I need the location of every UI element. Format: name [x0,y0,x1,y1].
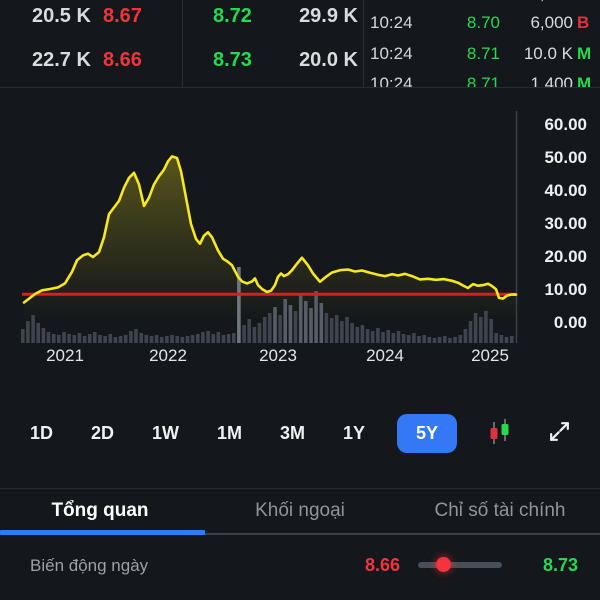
expand-icon [547,419,572,447]
tab-khoi-ngoai[interactable]: Khối ngoại [200,500,400,522]
active-tab-underline [0,530,205,535]
trade-row: 10:24 8.70 4,000 [363,0,600,6]
range-button-1d[interactable]: 1D [24,415,59,452]
ask-price[interactable]: 8.73 [213,49,252,72]
range-button-5y[interactable]: 5Y [397,413,458,453]
y-axis-tick: 0.00 [553,313,587,332]
trade-volume: 6,000 [530,13,573,32]
trade-time: 10:24 [370,13,413,32]
trade-price: 8.70 [467,0,500,4]
column-divider [182,0,183,87]
trade-time: 10:24 [370,74,413,88]
range-button-3m[interactable]: 3M [274,415,311,452]
stock-detail-screen: 20.5 K 8.67 8.72 29.9 K 22.7 K 8.66 8.73… [0,0,600,600]
bid-volume: 22.7 K [32,49,91,71]
bid-price[interactable]: 8.67 [103,5,142,28]
trade-volume: 10.0 K [523,44,573,63]
trade-side: B [577,13,590,32]
fullscreen-button[interactable] [543,415,576,451]
day-low-value: 8.66 [364,555,400,575]
y-axis-tick: 60.00 [544,115,587,134]
trade-side: M [577,44,592,63]
ask-volume: 29.9 K [299,5,358,27]
y-axis-tick: 50.00 [544,148,587,167]
day-range-row: Biến động ngày 8.66 8.73 [0,537,600,600]
x-axis-tick: 2025 [471,346,509,365]
trade-row: 10:24 8.70 6,000 B [363,13,600,35]
ask-price[interactable]: 8.72 [213,5,252,28]
x-axis-tick: 2024 [366,346,404,365]
trade-time: 10:24 [370,0,413,4]
bid-volume: 20.5 K [32,5,91,27]
tab-tong-quan[interactable]: Tổng quan [0,500,200,522]
day-high-value: 8.73 [542,555,578,575]
trade-price: 8.71 [466,74,500,88]
x-axis-tick: 2023 [259,346,297,365]
trade-side: M [577,74,592,88]
trade-time: 10:24 [370,44,413,63]
market-data-section: 20.5 K 8.67 8.72 29.9 K 22.7 K 8.66 8.73… [0,0,600,88]
bid-price[interactable]: 8.66 [103,49,142,72]
range-button-1m[interactable]: 1M [211,415,248,452]
trade-row: 10:24 8.71 1,400 M [363,74,600,88]
trade-volume: 4,000 [530,0,573,4]
range-button-1w[interactable]: 1W [146,415,185,452]
y-axis-tick: 30.00 [544,214,587,233]
chart-toolbar: 1D 2D 1W 1M 3M 1Y 5Y [0,404,600,462]
day-range-slider [418,557,502,572]
range-button-1y[interactable]: 1Y [337,415,371,452]
trade-volume: 1,400 [530,74,573,88]
range-button-2d[interactable]: 2D [85,415,120,452]
candlestick-icon [487,417,513,450]
trade-price: 8.70 [466,13,500,32]
trade-price: 8.71 [466,44,500,63]
chart-canvas[interactable] [0,89,600,379]
detail-tabbar: Tổng quan Khối ngoại Chỉ số tài chính [0,488,600,535]
trade-row: 10:24 8.71 10.0 KM [363,44,600,66]
trade-side [577,0,590,4]
x-axis-tick: 2022 [149,346,187,365]
tab-chi-so-tai-chinh[interactable]: Chỉ số tài chính [400,500,600,522]
chart-type-button[interactable] [483,413,517,454]
slider-dot [436,557,451,572]
x-axis-tick: 2021 [46,346,84,365]
ask-volume: 20.0 K [299,49,358,71]
y-axis-tick: 40.00 [544,181,587,200]
price-chart-panel: 60.00 50.00 40.00 30.00 20.00 10.00 0.00… [0,89,600,389]
day-range-label: Biến động ngày [30,556,149,575]
y-axis-tick: 20.00 [544,247,587,266]
y-axis-tick: 10.00 [544,280,587,299]
